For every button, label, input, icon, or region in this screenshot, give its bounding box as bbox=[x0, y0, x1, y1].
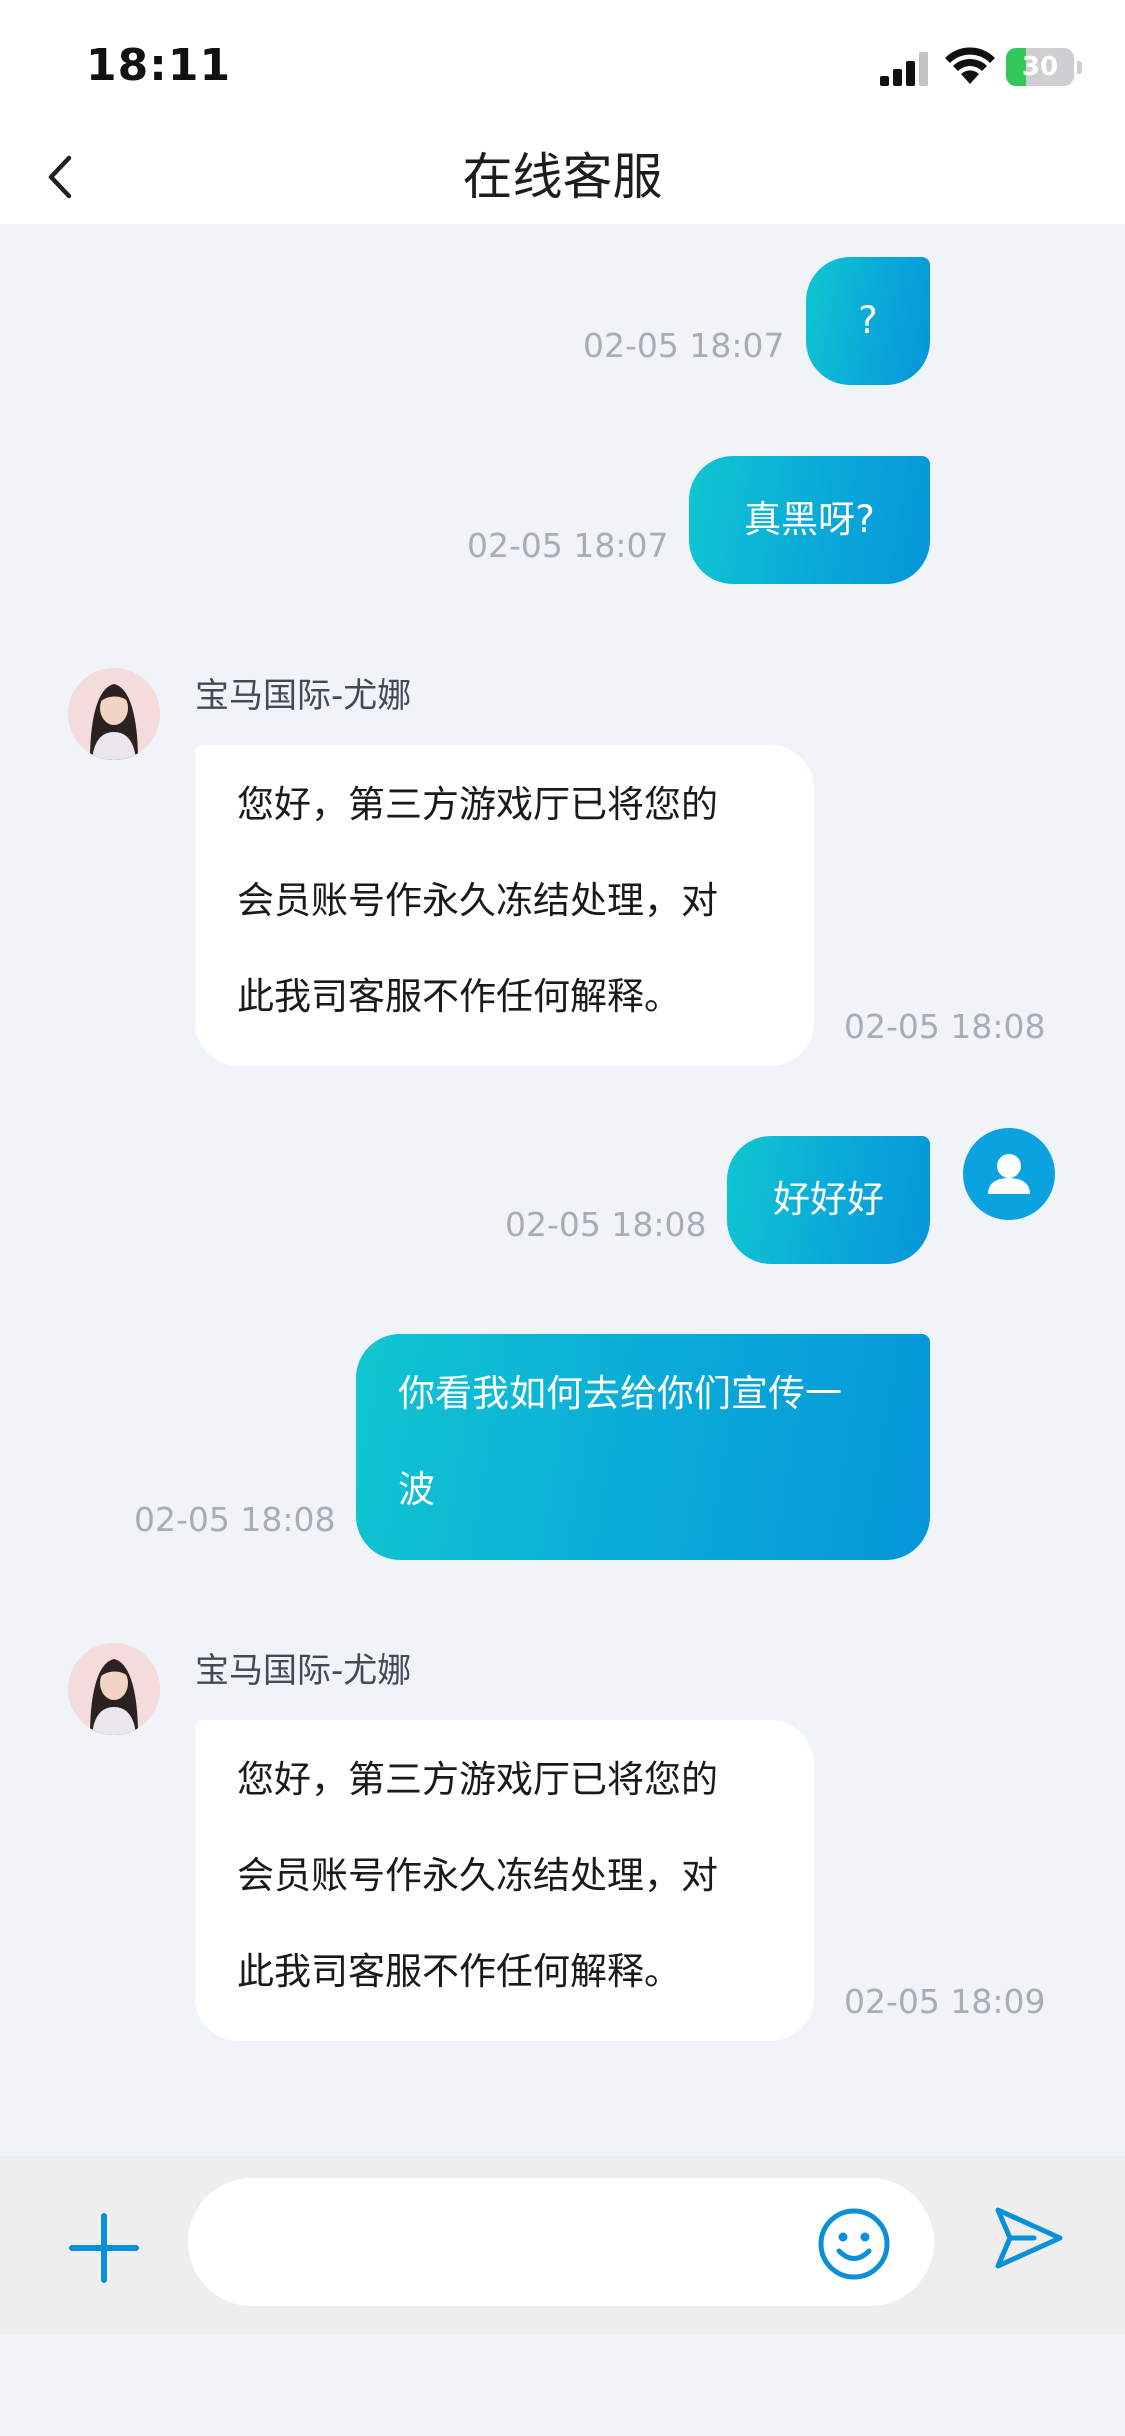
message-timestamp: 02-05 18:08 bbox=[844, 1007, 1046, 1046]
page-title: 在线客服 bbox=[462, 148, 663, 206]
agent-avatar-image bbox=[68, 1643, 160, 1735]
outgoing-message-bubble[interactable]: 你看我如何去给你们宣传一 波 bbox=[356, 1334, 930, 1560]
incoming-message-bubble[interactable]: 您好，第三方游戏厅已将您的 会员账号作永久冻结处理，对 此我司客服不作任何解释。 bbox=[195, 1720, 814, 2041]
outgoing-message-bubble[interactable]: 真黑呀? bbox=[689, 456, 930, 584]
wifi-icon bbox=[945, 47, 995, 84]
message-timestamp: 02-05 18:09 bbox=[844, 1982, 1046, 2021]
battery-body: 30 bbox=[1006, 48, 1074, 86]
cellular-signal-icon bbox=[880, 52, 928, 86]
outgoing-message-bubble[interactable]: ? bbox=[806, 257, 930, 385]
status-bar: 18:11 30 bbox=[0, 0, 1125, 130]
message-timestamp: 02-05 18:07 bbox=[467, 526, 669, 565]
battery-level: 30 bbox=[1021, 52, 1059, 82]
agent-avatar[interactable] bbox=[68, 1643, 160, 1735]
sender-name: 宝马国际-尤娜 bbox=[195, 676, 412, 716]
sender-name: 宝马国际-尤娜 bbox=[195, 1651, 412, 1691]
agent-avatar-image bbox=[68, 668, 160, 760]
chevron-left-icon bbox=[48, 155, 72, 199]
battery-charging-icon: 30 bbox=[1006, 48, 1082, 86]
input-bar bbox=[0, 2156, 1125, 2334]
plus-icon bbox=[69, 2213, 139, 2283]
user-icon bbox=[988, 1154, 1030, 1194]
home-indicator-area bbox=[0, 2334, 1125, 2436]
back-button[interactable] bbox=[20, 130, 100, 224]
outgoing-message-bubble[interactable]: 好好好 bbox=[727, 1136, 930, 1264]
battery-cap bbox=[1077, 61, 1082, 74]
send-button[interactable] bbox=[990, 2200, 1066, 2276]
agent-avatar[interactable] bbox=[68, 668, 160, 760]
chat-area[interactable]: ? 02-05 18:07 真黑呀? 02-05 18:07 宝马国际-尤娜 您… bbox=[0, 224, 1125, 2156]
status-time: 18:11 bbox=[86, 40, 232, 91]
message-timestamp: 02-05 18:08 bbox=[134, 1500, 336, 1539]
message-timestamp: 02-05 18:07 bbox=[583, 326, 785, 365]
emoji-button[interactable] bbox=[814, 2204, 894, 2284]
smiley-icon bbox=[818, 2208, 890, 2280]
incoming-message-bubble[interactable]: 您好，第三方游戏厅已将您的 会员账号作永久冻结处理，对 此我司客服不作任何解释。 bbox=[195, 745, 814, 1066]
send-icon bbox=[995, 2207, 1063, 2269]
user-avatar[interactable] bbox=[963, 1128, 1055, 1220]
add-attachment-button[interactable] bbox=[62, 2206, 146, 2290]
message-timestamp: 02-05 18:08 bbox=[505, 1205, 707, 1244]
nav-bar: 在线客服 bbox=[0, 130, 1125, 224]
